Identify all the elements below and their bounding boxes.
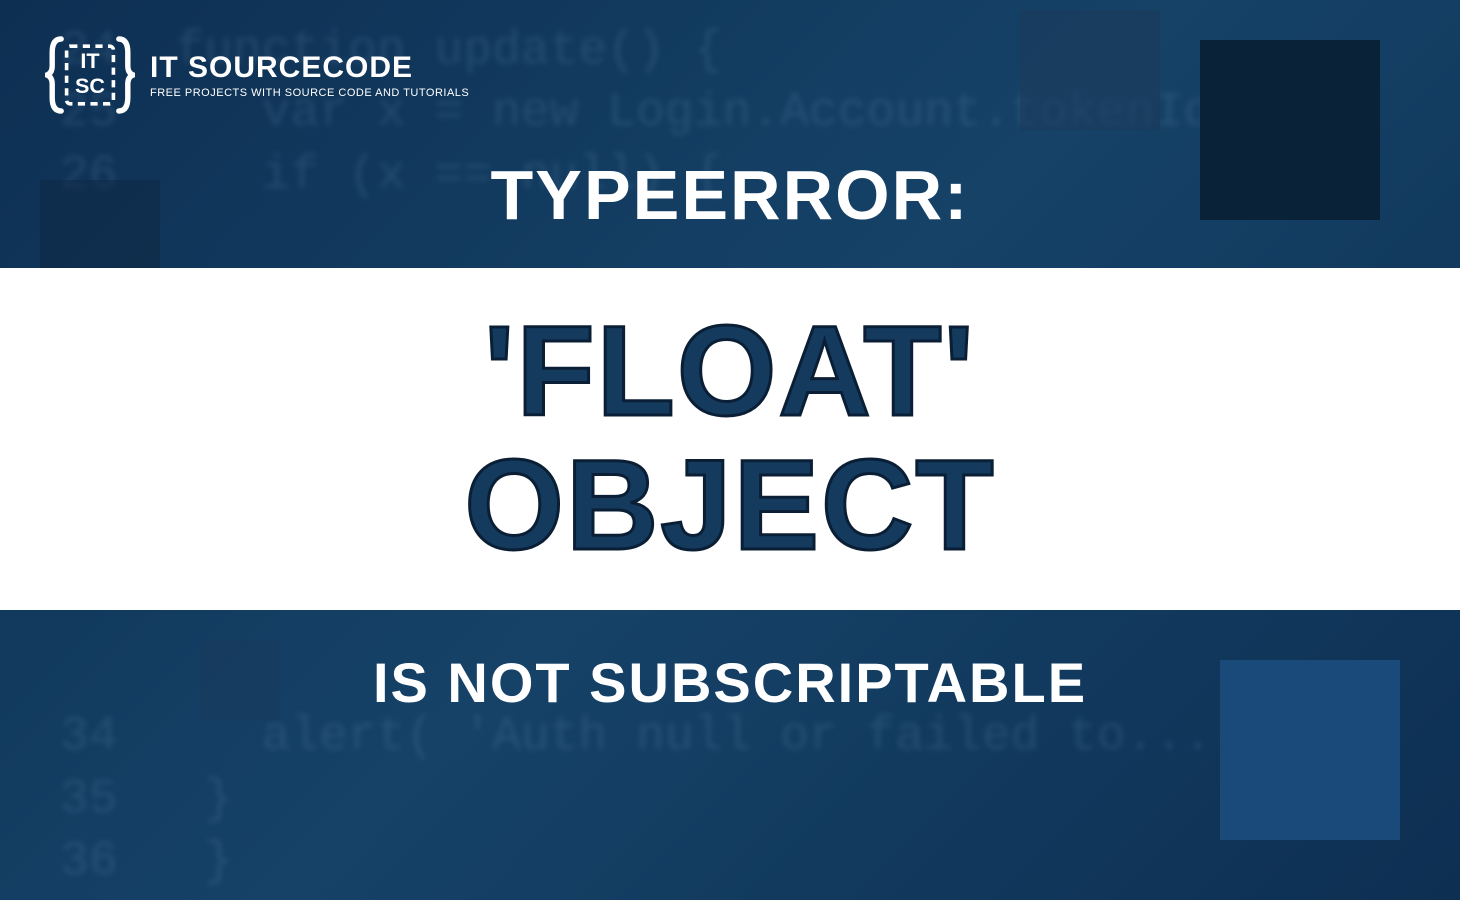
logo-subtitle: FREE PROJECTS WITH SOURCE CODE AND TUTOR… bbox=[150, 87, 469, 99]
logo-area: IT SC IT SOURCECODE FREE PROJECTS WITH S… bbox=[45, 30, 469, 120]
heading-typeerror: TYPEERROR: bbox=[0, 155, 1460, 235]
logo-icon: IT SC bbox=[45, 30, 135, 120]
svg-text:SC: SC bbox=[75, 73, 105, 98]
heading-float-object: 'FLOAT' OBJECT bbox=[464, 305, 995, 574]
logo-title: IT SOURCECODE bbox=[150, 51, 469, 85]
logo-text: IT SOURCECODE FREE PROJECTS WITH SOURCE … bbox=[150, 51, 469, 99]
error-banner: 24 function update() { 25 var x = new Lo… bbox=[0, 0, 1460, 900]
svg-text:IT: IT bbox=[80, 48, 99, 73]
white-band: 'FLOAT' OBJECT bbox=[0, 268, 1460, 610]
heading-not-subscriptable: IS NOT SUBSCRIPTABLE bbox=[0, 650, 1460, 715]
decor-square bbox=[1020, 10, 1160, 130]
